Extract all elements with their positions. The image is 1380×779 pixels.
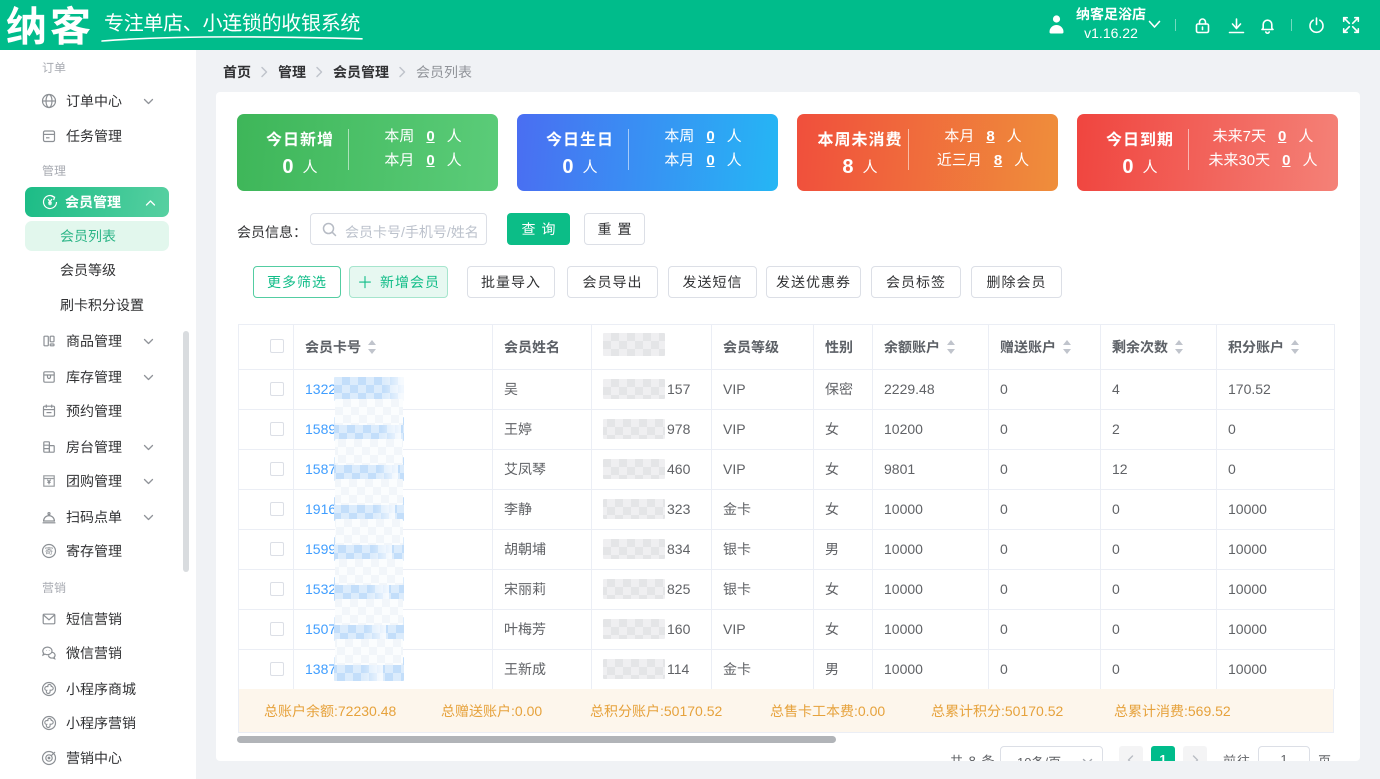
svg-text:寄: 寄 xyxy=(45,545,54,557)
